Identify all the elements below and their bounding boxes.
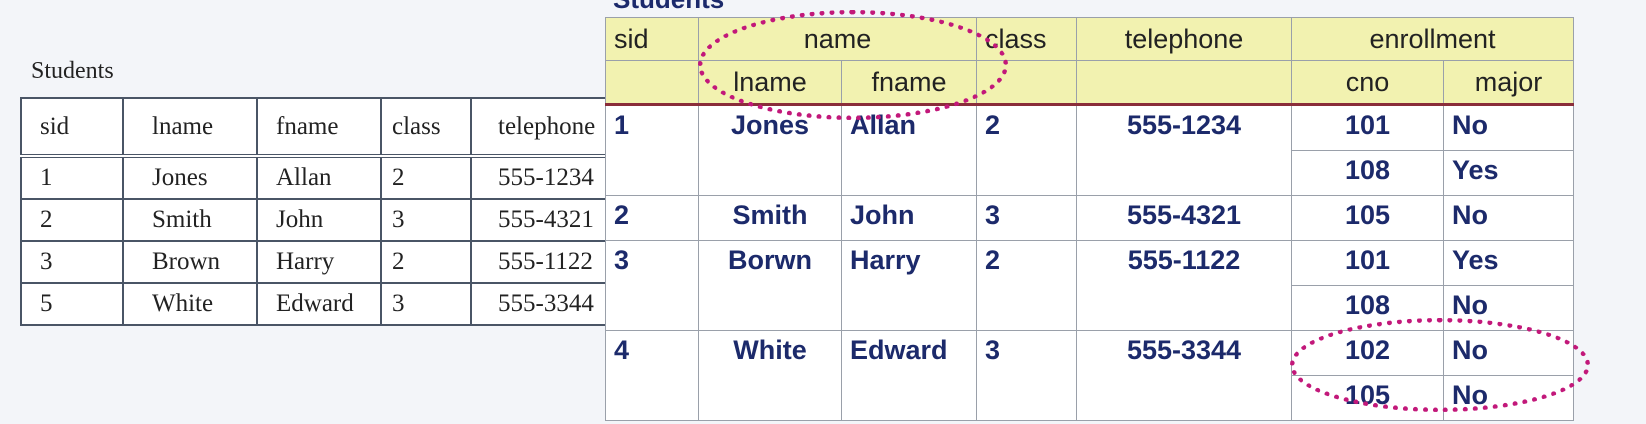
cell-sid: 1 <box>20 155 124 200</box>
cell-lname: Brown <box>122 240 258 284</box>
cell-fname: John <box>256 198 382 242</box>
table-row: 3 Brown Harry 2 555-1122 <box>20 240 628 284</box>
left-header-telephone: telephone <box>470 97 628 157</box>
cell-fname: Harry <box>841 240 977 331</box>
cell-fname: Edward <box>841 330 977 421</box>
left-header-lname: lname <box>122 97 258 157</box>
right-header-sid: sid <box>605 17 699 61</box>
cell-cno: 108 <box>1291 150 1444 196</box>
right-header-name: name <box>698 17 977 61</box>
cell-telephone: 555-1122 <box>470 240 628 284</box>
cell-lname: White <box>698 330 842 421</box>
cell-cno: 108 <box>1291 285 1444 331</box>
cell-sid: 3 <box>605 240 699 331</box>
cell-major: No <box>1443 285 1574 331</box>
cell-class: 3 <box>976 330 1077 421</box>
right-subheader-lname: lname <box>698 60 842 105</box>
cell-class: 2 <box>380 240 472 284</box>
table-row: 1 Jones Allan 2 555-1234 <box>20 155 628 200</box>
table-row: 1 Jones Allan 2 555-1234 101 No <box>605 104 1574 196</box>
cell-sid: 2 <box>20 198 124 242</box>
right-subheader-cno: cno <box>1291 60 1444 105</box>
right-subheader-empty <box>976 60 1077 105</box>
cell-lname: Jones <box>122 155 258 200</box>
cell-sid: 5 <box>20 282 124 326</box>
right-header-telephone: telephone <box>1076 17 1292 61</box>
table-row: 5 White Edward 3 555-3344 <box>20 282 628 326</box>
cell-major: No <box>1443 330 1574 376</box>
cell-lname: Smith <box>122 198 258 242</box>
cell-sid: 3 <box>20 240 124 284</box>
cell-sid: 4 <box>605 330 699 421</box>
cell-fname: Harry <box>256 240 382 284</box>
cell-major: Yes <box>1443 150 1574 196</box>
cell-lname: Smith <box>698 195 842 241</box>
cell-cno: 101 <box>1291 240 1444 286</box>
table-row: 4 White Edward 3 555-3344 102 No <box>605 330 1574 421</box>
cell-telephone: 555-1234 <box>470 155 628 200</box>
cell-major: No <box>1443 195 1574 241</box>
right-subheader-fname: fname <box>841 60 977 105</box>
right-header-enrollment: enrollment <box>1291 17 1574 61</box>
cell-class: 3 <box>976 195 1077 241</box>
right-header-row: sid name class telephone enrollment <box>605 17 1574 61</box>
table-row: 3 Borwn Harry 2 555-1122 101 Yes <box>605 240 1574 331</box>
cell-class: 3 <box>380 198 472 242</box>
left-table-caption: Students <box>31 58 114 84</box>
cell-sid: 1 <box>605 104 699 196</box>
right-header-class: class <box>976 17 1077 61</box>
right-subheader-row: lname fname cno major <box>605 60 1574 105</box>
table-row: 2 Smith John 3 555-4321 <box>20 198 628 242</box>
cell-telephone: 555-3344 <box>470 282 628 326</box>
cell-fname: Edward <box>256 282 382 326</box>
cell-telephone: 555-1122 <box>1076 240 1292 331</box>
cell-cno: 105 <box>1291 195 1444 241</box>
cell-telephone: 555-1234 <box>1076 104 1292 196</box>
cell-major: Yes <box>1443 240 1574 286</box>
cell-cno: 101 <box>1291 104 1444 151</box>
cell-major: No <box>1443 375 1574 421</box>
left-header-row: sid lname fname class telephone <box>20 97 628 157</box>
cell-major: No <box>1443 104 1574 151</box>
cell-lname: Borwn <box>698 240 842 331</box>
right-students-nested-table: sid name class telephone enrollment lnam… <box>605 17 1574 421</box>
cell-telephone: 555-3344 <box>1076 330 1292 421</box>
right-subheader-empty <box>1076 60 1292 105</box>
cell-fname: John <box>841 195 977 241</box>
table-row: 2 Smith John 3 555-4321 105 No <box>605 195 1574 241</box>
cell-lname: Jones <box>698 104 842 196</box>
cell-cno: 102 <box>1291 330 1444 376</box>
left-header-sid: sid <box>20 97 124 157</box>
cell-sid: 2 <box>605 195 699 241</box>
cell-class: 3 <box>380 282 472 326</box>
cell-class: 2 <box>380 155 472 200</box>
left-header-class: class <box>380 97 472 157</box>
cell-lname: White <box>122 282 258 326</box>
cell-class: 2 <box>976 104 1077 196</box>
right-subheader-major: major <box>1443 60 1574 105</box>
cell-class: 2 <box>976 240 1077 331</box>
cell-fname: Allan <box>841 104 977 196</box>
cell-telephone: 555-4321 <box>1076 195 1292 241</box>
cell-telephone: 555-4321 <box>470 198 628 242</box>
cell-cno: 105 <box>1291 375 1444 421</box>
left-header-fname: fname <box>256 97 382 157</box>
cell-fname: Allan <box>256 155 382 200</box>
right-subheader-empty <box>605 60 699 105</box>
right-table-caption: Students <box>613 0 724 15</box>
left-students-table: sid lname fname class telephone 1 Jones … <box>20 97 628 326</box>
